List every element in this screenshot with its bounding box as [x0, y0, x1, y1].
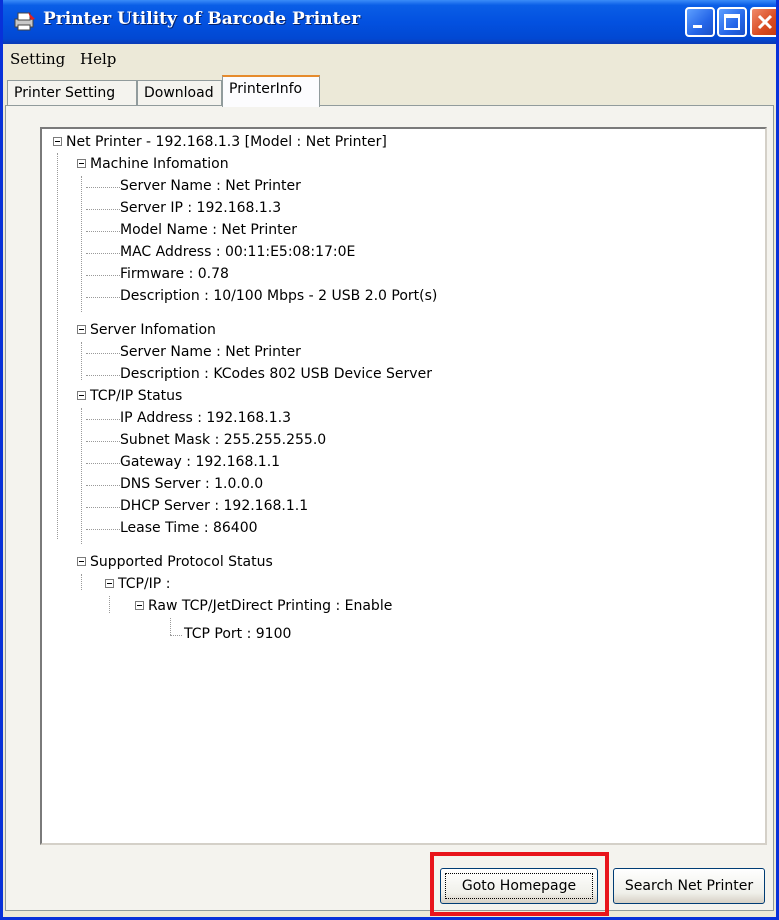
tree-leaf[interactable]: Description : 10/100 Mbps - 2 USB 2.0 Po… [120, 285, 437, 307]
tree-line [86, 485, 120, 486]
tree-leaf[interactable]: DHCP Server : 192.168.1.1 [120, 495, 308, 517]
tab-printer-setting[interactable]: Printer Setting [7, 80, 137, 106]
tree-leaf[interactable]: Server Name : Net Printer [120, 341, 301, 363]
tree-line [81, 574, 82, 590]
window-title: Printer Utility of Barcode Printer [43, 9, 361, 29]
printer-info-tree[interactable]: Net Printer - 192.168.1.3 [Model : Net P… [40, 127, 767, 845]
tab-printerinfo[interactable]: PrinterInfo [222, 75, 320, 107]
tree-leaf[interactable]: Subnet Mask : 255.255.255.0 [120, 429, 326, 451]
menu-bar: Setting Help [3, 44, 776, 74]
search-net-printer-label: Search Net Printer [624, 878, 754, 894]
tree-leaf[interactable]: Model Name : Net Printer [120, 219, 297, 241]
printerinfo-panel: Net Printer - 192.168.1.3 [Model : Net P… [5, 105, 774, 911]
tree-leaf[interactable]: Firmware : 0.78 [120, 263, 229, 285]
tree-leaf[interactable]: Lease Time : 86400 [120, 517, 258, 539]
tree-leaf[interactable]: Description : KCodes 802 USB Device Serv… [120, 363, 432, 385]
collapse-toggle[interactable] [77, 159, 86, 168]
tree-line [57, 153, 58, 539]
title-bar[interactable]: Printer Utility of Barcode Printer [3, 0, 776, 44]
tree-node-tcpip-status[interactable]: TCP/IP Status [90, 385, 182, 407]
tab-strip: Printer Setting Download PrinterInfo [3, 74, 776, 107]
tree-line [86, 463, 120, 464]
tree-leaf[interactable]: Gateway : 192.168.1.1 [120, 451, 280, 473]
tree-line [109, 596, 110, 613]
tree-line [86, 297, 120, 298]
maximize-button[interactable] [717, 7, 747, 37]
tree-line [86, 507, 120, 508]
collapse-toggle[interactable] [105, 579, 114, 588]
tree-line [81, 408, 82, 544]
close-button[interactable] [750, 7, 776, 37]
tree-line [86, 419, 120, 420]
tree-root-node[interactable]: Net Printer - 192.168.1.3 [Model : Net P… [66, 131, 387, 153]
tree-line [86, 441, 120, 442]
tree-node-machine[interactable]: Machine Infomation [90, 153, 229, 175]
tree-line [86, 275, 120, 276]
tree-line [86, 231, 120, 232]
search-net-printer-button[interactable]: Search Net Printer [613, 868, 765, 904]
tree-node-raw-printing[interactable]: Raw TCP/JetDirect Printing : Enable [148, 595, 392, 617]
close-icon [757, 14, 773, 30]
tree-leaf[interactable]: Server Name : Net Printer [120, 175, 301, 197]
tree-line [170, 635, 182, 636]
tree-line [86, 209, 120, 210]
tree-node-protocol[interactable]: Supported Protocol Status [90, 551, 273, 573]
collapse-toggle[interactable] [77, 391, 86, 400]
tree-line [86, 353, 120, 354]
tree-line [81, 342, 82, 380]
collapse-toggle[interactable] [77, 557, 86, 566]
tree-leaf-tcp-port[interactable]: TCP Port : 9100 [184, 623, 291, 645]
app-window: Printer Utility of Barcode Printer Setti… [0, 0, 779, 920]
maximize-icon [724, 14, 740, 30]
tree-line [86, 253, 120, 254]
tree-node-tcpip[interactable]: TCP/IP : [118, 573, 170, 595]
tree-line [81, 176, 82, 312]
tab-download[interactable]: Download [137, 80, 222, 106]
tree-line [86, 375, 120, 376]
collapse-toggle[interactable] [53, 137, 62, 146]
tree-leaf[interactable]: MAC Address : 00:11:E5:08:17:0E [120, 241, 355, 263]
tree-line [170, 618, 171, 635]
tree-line [86, 187, 120, 188]
printer-app-icon[interactable] [13, 10, 37, 32]
tree-leaf[interactable]: Server IP : 192.168.1.3 [120, 197, 281, 219]
tree-leaf[interactable]: IP Address : 192.168.1.3 [120, 407, 291, 429]
menu-setting[interactable]: Setting [10, 50, 65, 68]
minimize-icon [693, 25, 702, 28]
collapse-toggle[interactable] [135, 601, 144, 610]
tree-node-server[interactable]: Server Infomation [90, 319, 216, 341]
collapse-toggle[interactable] [77, 325, 86, 334]
minimize-button[interactable] [685, 7, 715, 37]
highlight-box [430, 852, 609, 916]
tree-leaf[interactable]: DNS Server : 1.0.0.0 [120, 473, 263, 495]
menu-help[interactable]: Help [80, 50, 116, 68]
tree-line [86, 529, 120, 530]
